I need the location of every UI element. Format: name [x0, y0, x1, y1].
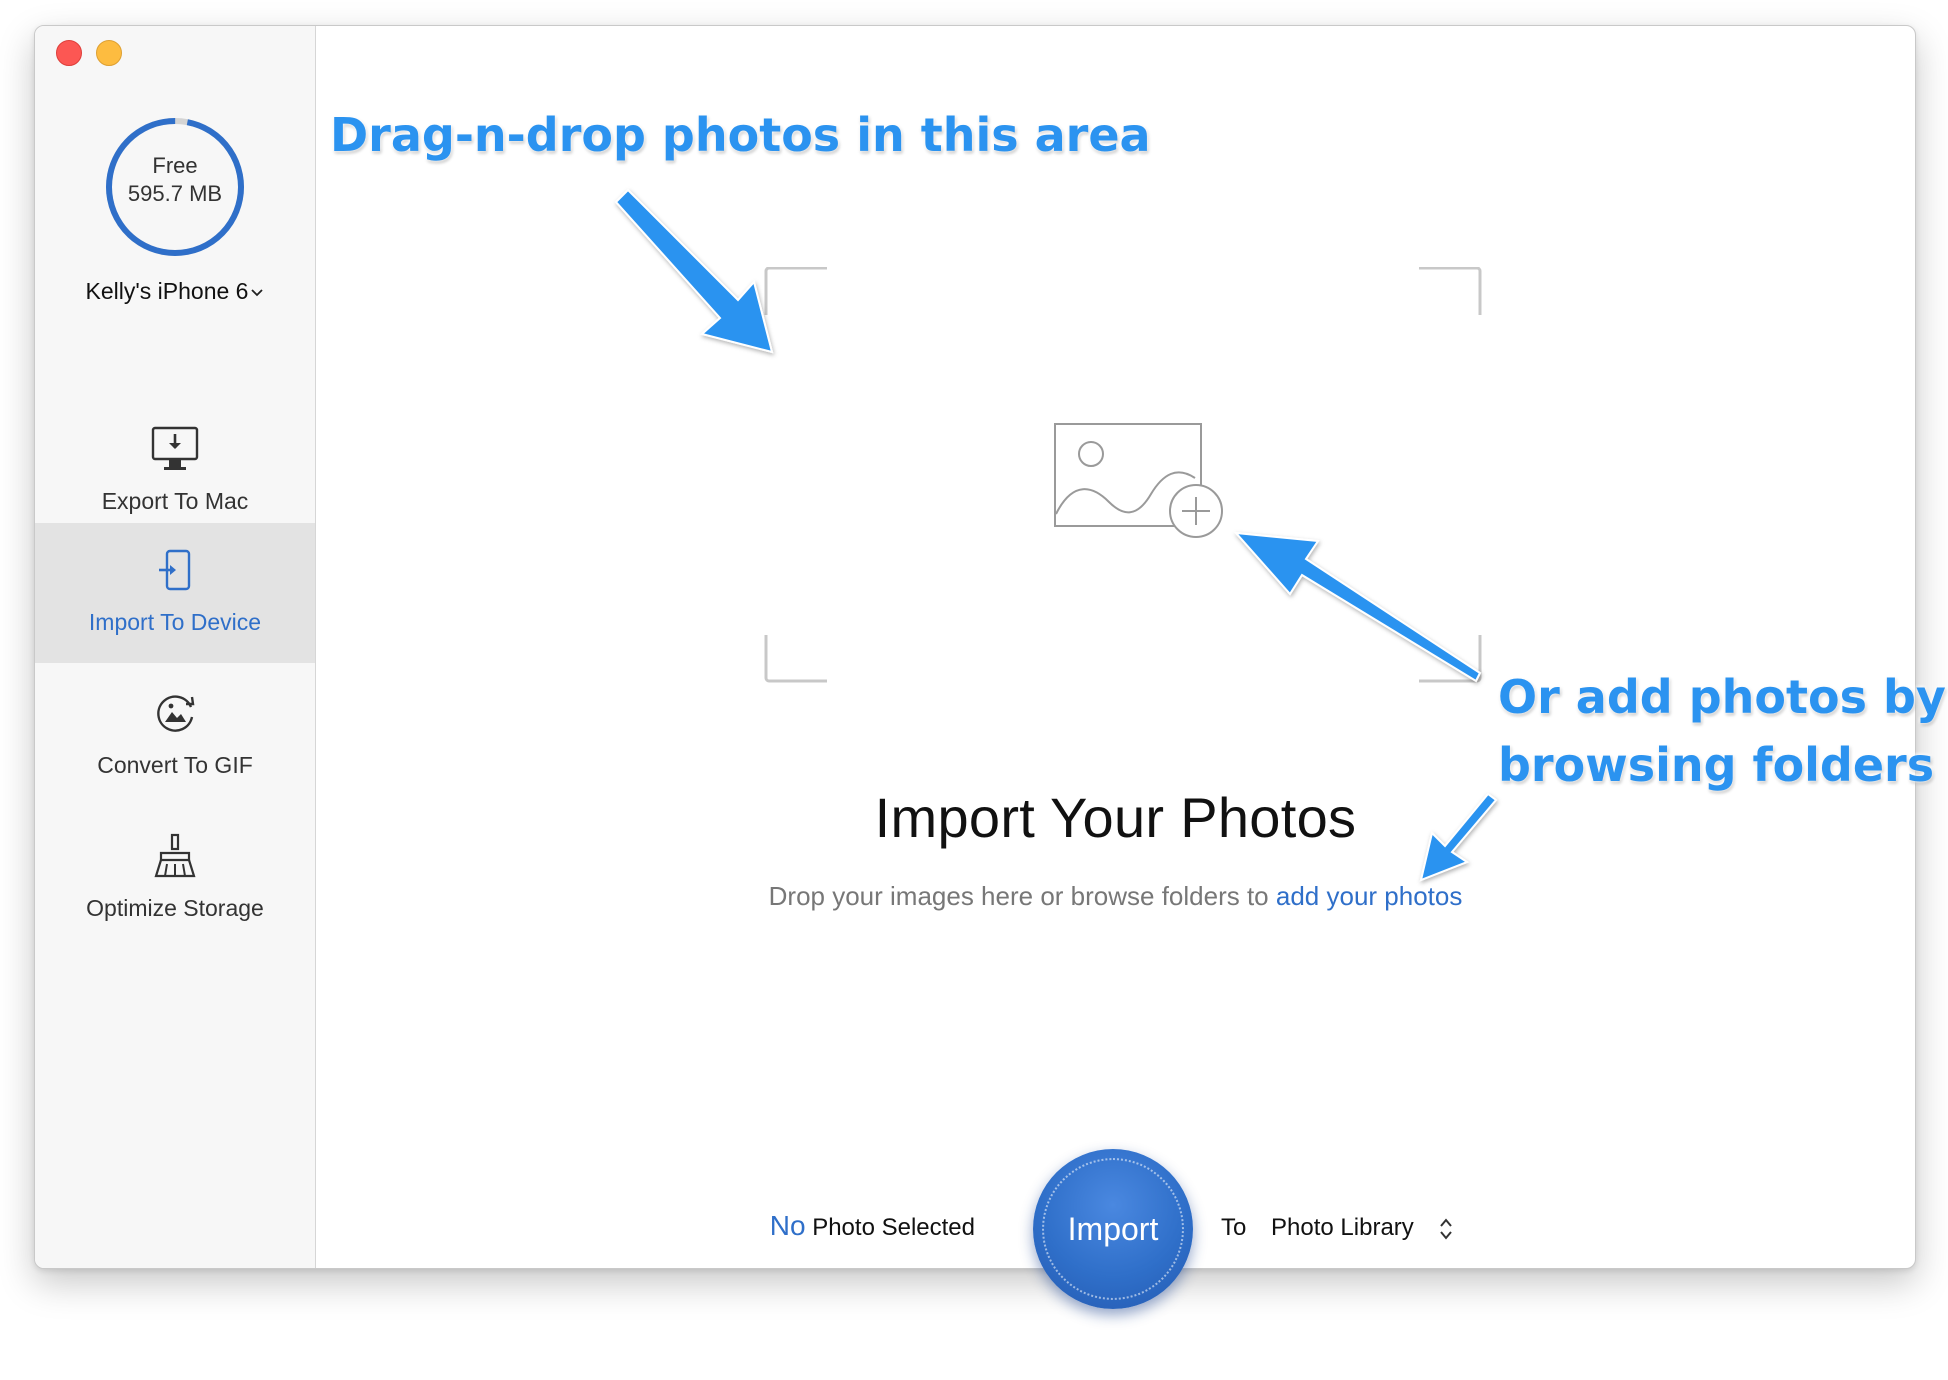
import-button[interactable]: Import — [1033, 1149, 1193, 1309]
import-panel: Import Your Photos Drop your images here… — [316, 26, 1915, 1268]
up-down-chevron-icon[interactable] — [1438, 1216, 1454, 1242]
storage-info: Free 595.7 MB — [105, 152, 245, 208]
destination-to-label: To — [1221, 1214, 1247, 1241]
destination-value: Photo Library — [1271, 1214, 1414, 1241]
window-close-button[interactable] — [56, 40, 82, 66]
storage-free-label: Free — [152, 153, 198, 178]
device-selector[interactable]: Kelly's iPhone 6 — [35, 278, 315, 305]
broom-icon — [154, 833, 196, 878]
storage-free-value: 595.7 MB — [127, 181, 223, 206]
annotation-drag-drop: Drag-n-drop photos in this area — [330, 108, 1151, 162]
sidebar-item-label: Convert To GIF — [97, 752, 253, 778]
sidebar-item-label: Optimize Storage — [86, 895, 264, 921]
sidebar-item-label: Import To Device — [88, 609, 262, 635]
device-name-label: Kelly's iPhone 6 — [85, 278, 249, 304]
sidebar: Free 595.7 MB Kelly's iPhone 6 Export To… — [35, 26, 316, 1268]
chevron-down-icon — [251, 289, 264, 297]
sidebar-item-export-to-mac[interactable]: Export To Mac — [35, 402, 315, 542]
drop-instructions-text: Drop your images here or browse folders … — [768, 881, 1269, 911]
selection-count: No — [769, 1210, 806, 1241]
annotation-browse-line-2: browsing folders — [1498, 738, 1935, 792]
sidebar-item-optimize-storage[interactable]: Optimize Storage — [35, 809, 315, 949]
gif-convert-icon — [157, 695, 195, 732]
destination-picker[interactable]: To Photo Library — [1221, 1214, 1454, 1242]
annotation-browse: Or add photos by browsing folders — [1498, 663, 1946, 799]
selection-status: No Photo Selected — [770, 1210, 975, 1242]
app-window: Free 595.7 MB Kelly's iPhone 6 Export To… — [34, 25, 1916, 1269]
annotation-browse-line-1: Or add photos by — [1498, 670, 1946, 724]
selection-label: Photo Selected — [812, 1214, 975, 1241]
window-minimize-button[interactable] — [96, 40, 122, 66]
sidebar-item-convert-to-gif[interactable]: Convert To GIF — [35, 666, 315, 806]
phone-import-icon — [159, 549, 191, 591]
drop-instructions: Drop your images here or browse folders … — [316, 881, 1915, 912]
monitor-download-icon — [151, 426, 199, 470]
add-photo-icon[interactable] — [1045, 418, 1235, 566]
sidebar-item-import-to-device[interactable]: Import To Device — [35, 523, 315, 663]
add-photos-link[interactable]: add your photos — [1276, 881, 1462, 911]
sidebar-item-label: Export To Mac — [101, 488, 249, 514]
